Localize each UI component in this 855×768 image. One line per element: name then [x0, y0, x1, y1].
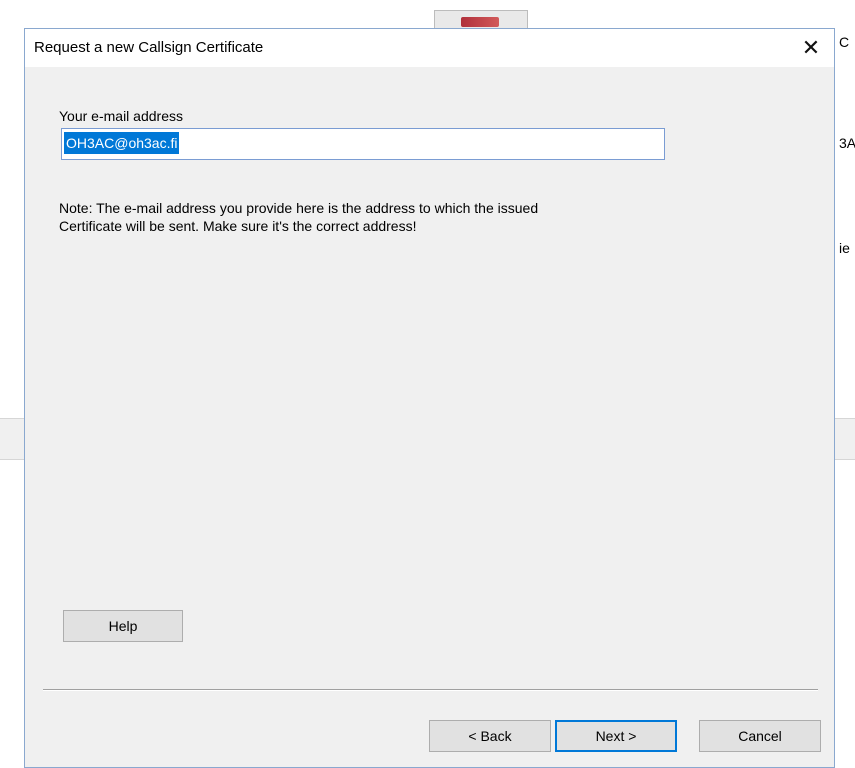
email-label: Your e-mail address: [59, 108, 183, 124]
close-icon[interactable]: ✕: [788, 29, 834, 67]
background-text-fragment: C: [839, 34, 850, 50]
certificate-request-dialog: Request a new Callsign Certificate ✕ You…: [24, 28, 835, 768]
divider: [43, 689, 818, 691]
note-line: Note: The e-mail address you provide her…: [59, 200, 539, 216]
dialog-titlebar: Request a new Callsign Certificate ✕: [25, 29, 834, 67]
background-text-fragment: ie: [839, 240, 850, 256]
certificate-icon: [461, 17, 499, 27]
help-button[interactable]: Help: [63, 610, 183, 642]
note-line: Certificate will be sent. Make sure it's…: [59, 218, 417, 234]
next-button[interactable]: Next >: [555, 720, 677, 752]
email-field-value: OH3AC@oh3ac.fi: [64, 132, 180, 154]
background-text-fragment: 3A: [839, 135, 855, 151]
note-text: Note: The e-mail address you provide her…: [59, 199, 759, 235]
cancel-button[interactable]: Cancel: [699, 720, 821, 752]
dialog-title: Request a new Callsign Certificate: [34, 39, 264, 56]
email-field[interactable]: OH3AC@oh3ac.fi: [61, 128, 665, 160]
back-button[interactable]: < Back: [429, 720, 551, 752]
